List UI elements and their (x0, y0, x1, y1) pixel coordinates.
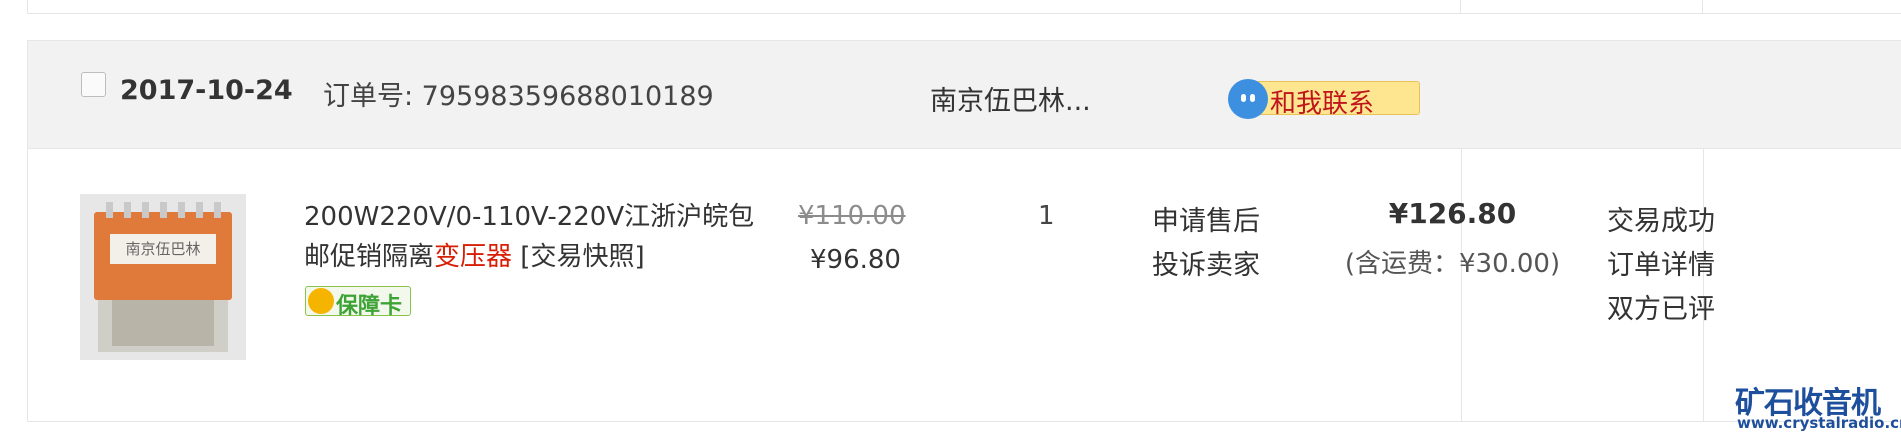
previous-order-row (27, 0, 1901, 14)
flower-icon (308, 288, 334, 314)
seller-name-link[interactable]: 南京伍巴林... (930, 79, 1091, 118)
order-number: 订单号: 79598359688010189 (323, 81, 714, 112)
previous-row-separator (1702, 0, 1703, 14)
chat-bubble-icon (1228, 79, 1268, 119)
order-status: 交易成功 (1607, 206, 1715, 237)
snapshot-link[interactable]: [交易快照] (520, 242, 644, 272)
guarantee-card-label: 保障卡 (336, 294, 403, 319)
rating-status: 双方已评 (1607, 294, 1715, 325)
previous-row-separator (1460, 0, 1461, 14)
watermark-url: www.crystalradio.cn (1737, 414, 1901, 432)
order-select-checkbox[interactable] (81, 72, 106, 97)
order-total: ¥126.80 (1388, 197, 1517, 230)
quantity: 1 (1038, 201, 1055, 231)
original-price: ¥110.00 (798, 201, 906, 231)
product-title: 200W220V/0-110V-220V江浙沪皖包邮促销隔离变压器 [交易快照] (304, 197, 779, 277)
product-title-keyword: 变压器 (434, 242, 513, 272)
guarantee-card-badge[interactable]: 保障卡 (305, 286, 411, 319)
contact-seller-button[interactable]: 和我联系 (1228, 79, 1421, 119)
order-card: 2017-10-24 订单号: 79598359688010189 南京伍巴林.… (27, 40, 1901, 422)
after-sale-link[interactable]: 申请售后 (1152, 199, 1260, 238)
shipping-note: (含运费：¥30.00) (1344, 249, 1561, 279)
order-date: 2017-10-24 (120, 75, 293, 106)
contact-seller-label: 和我联系 (1270, 89, 1375, 119)
complain-seller-link[interactable]: 投诉卖家 (1152, 243, 1260, 282)
column-divider (1461, 149, 1462, 421)
column-divider (1703, 149, 1704, 421)
order-header: 2017-10-24 订单号: 79598359688010189 南京伍巴林.… (28, 41, 1901, 149)
thumbnail-label: 南京伍巴林 (110, 234, 216, 264)
unit-price: ¥96.80 (810, 245, 901, 275)
order-detail-link[interactable]: 订单详情 (1607, 243, 1715, 282)
product-thumbnail[interactable]: 南京伍巴林 (80, 194, 246, 360)
